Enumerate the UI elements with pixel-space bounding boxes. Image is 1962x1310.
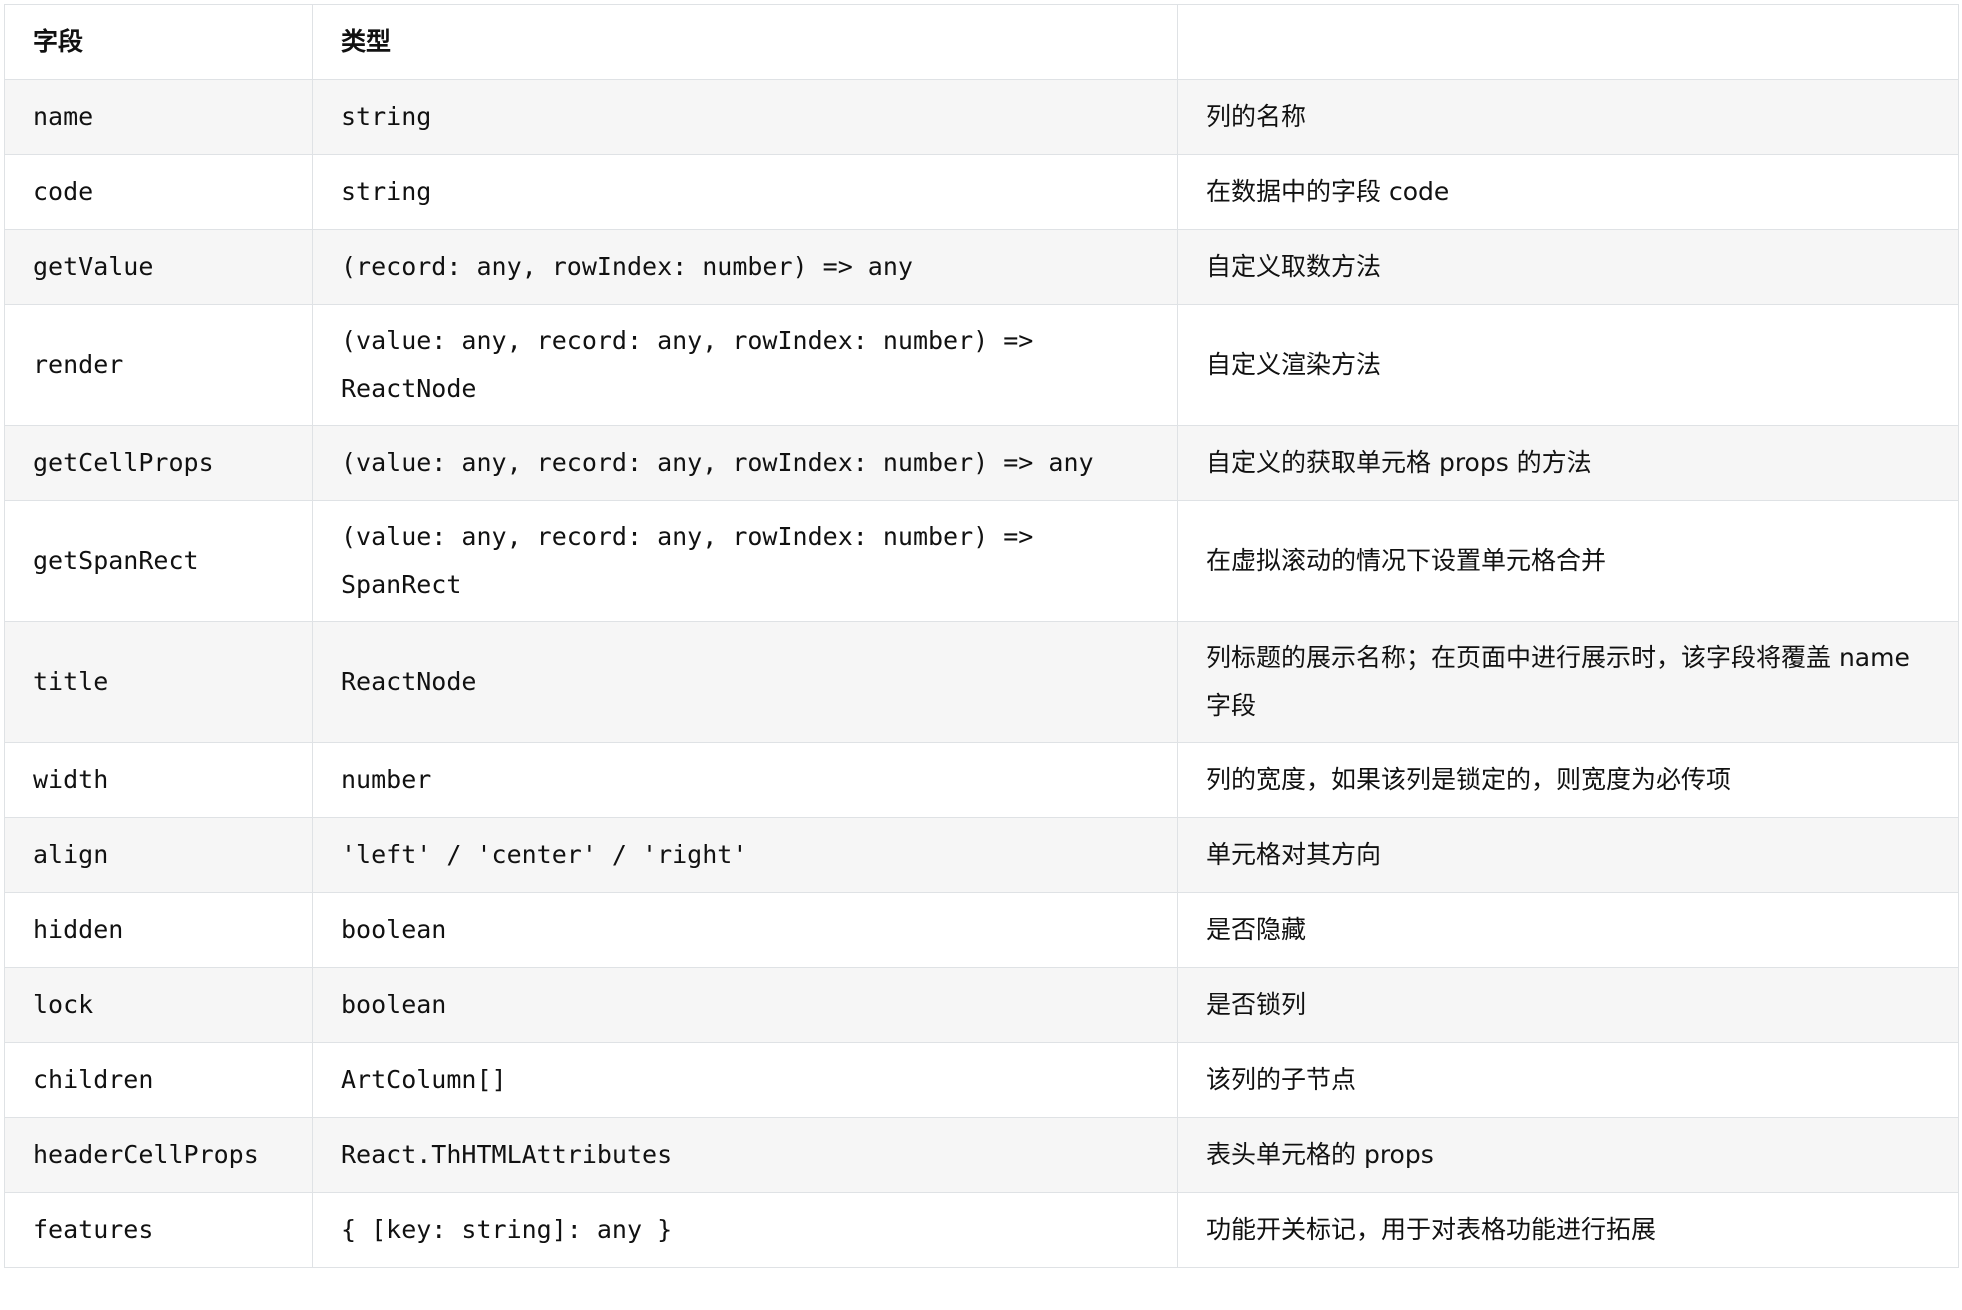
- field-cell: getSpanRect: [5, 501, 313, 622]
- type-cell: { [key: string]: any }: [313, 1193, 1178, 1268]
- table-row: children ArtColumn[] 该列的子节点: [5, 1043, 1959, 1118]
- table-row: headerCellProps React.ThHTMLAttributes 表…: [5, 1118, 1959, 1193]
- description-cell: 在虚拟滚动的情况下设置单元格合并: [1178, 501, 1959, 622]
- description-cell: 列标题的展示名称；在页面中进行展示时，该字段将覆盖 name 字段: [1178, 622, 1959, 743]
- table-row: getSpanRect (value: any, record: any, ro…: [5, 501, 1959, 622]
- description-cell: 自定义的获取单元格 props 的方法: [1178, 426, 1959, 501]
- type-cell: string: [313, 155, 1178, 230]
- type-cell: ArtColumn[]: [313, 1043, 1178, 1118]
- column-api-table: 字段 类型 name string 列的名称 code string 在数据中的…: [4, 4, 1959, 1268]
- type-cell: (record: any, rowIndex: number) => any: [313, 230, 1178, 305]
- header-description: [1178, 5, 1959, 80]
- field-cell: align: [5, 818, 313, 893]
- description-cell: 自定义渲染方法: [1178, 305, 1959, 426]
- type-cell: number: [313, 743, 1178, 818]
- type-cell: (value: any, record: any, rowIndex: numb…: [313, 426, 1178, 501]
- table-row: title ReactNode 列标题的展示名称；在页面中进行展示时，该字段将覆…: [5, 622, 1959, 743]
- description-cell: 功能开关标记，用于对表格功能进行拓展: [1178, 1193, 1959, 1268]
- field-cell: hidden: [5, 893, 313, 968]
- field-cell: headerCellProps: [5, 1118, 313, 1193]
- type-cell: boolean: [313, 893, 1178, 968]
- field-cell: getValue: [5, 230, 313, 305]
- field-cell: code: [5, 155, 313, 230]
- description-cell: 表头单元格的 props: [1178, 1118, 1959, 1193]
- description-cell: 自定义取数方法: [1178, 230, 1959, 305]
- description-cell: 列的名称: [1178, 80, 1959, 155]
- description-cell: 列的宽度，如果该列是锁定的，则宽度为必传项: [1178, 743, 1959, 818]
- table-row: features { [key: string]: any } 功能开关标记，用…: [5, 1193, 1959, 1268]
- field-cell: render: [5, 305, 313, 426]
- header-type: 类型: [313, 5, 1178, 80]
- type-cell: React.ThHTMLAttributes: [313, 1118, 1178, 1193]
- field-cell: title: [5, 622, 313, 743]
- table-row: width number 列的宽度，如果该列是锁定的，则宽度为必传项: [5, 743, 1959, 818]
- description-cell: 该列的子节点: [1178, 1043, 1959, 1118]
- field-cell: lock: [5, 968, 313, 1043]
- table-row: hidden boolean 是否隐藏: [5, 893, 1959, 968]
- table-header: 字段 类型: [5, 5, 1959, 80]
- header-field: 字段: [5, 5, 313, 80]
- type-cell: string: [313, 80, 1178, 155]
- table-row: getValue (record: any, rowIndex: number)…: [5, 230, 1959, 305]
- description-cell: 单元格对其方向: [1178, 818, 1959, 893]
- field-cell: getCellProps: [5, 426, 313, 501]
- table-row: render (value: any, record: any, rowInde…: [5, 305, 1959, 426]
- description-cell: 是否隐藏: [1178, 893, 1959, 968]
- field-cell: features: [5, 1193, 313, 1268]
- field-cell: children: [5, 1043, 313, 1118]
- type-cell: boolean: [313, 968, 1178, 1043]
- header-row: 字段 类型: [5, 5, 1959, 80]
- api-table-container: 字段 类型 name string 列的名称 code string 在数据中的…: [4, 4, 1958, 1268]
- table-row: code string 在数据中的字段 code: [5, 155, 1959, 230]
- type-cell: (value: any, record: any, rowIndex: numb…: [313, 501, 1178, 622]
- description-cell: 是否锁列: [1178, 968, 1959, 1043]
- table-body: name string 列的名称 code string 在数据中的字段 cod…: [5, 80, 1959, 1268]
- field-cell: width: [5, 743, 313, 818]
- table-row: getCellProps (value: any, record: any, r…: [5, 426, 1959, 501]
- table-row: name string 列的名称: [5, 80, 1959, 155]
- type-cell: 'left' / 'center' / 'right': [313, 818, 1178, 893]
- type-cell: (value: any, record: any, rowIndex: numb…: [313, 305, 1178, 426]
- field-cell: name: [5, 80, 313, 155]
- description-cell: 在数据中的字段 code: [1178, 155, 1959, 230]
- type-cell: ReactNode: [313, 622, 1178, 743]
- table-row: lock boolean 是否锁列: [5, 968, 1959, 1043]
- table-row: align 'left' / 'center' / 'right' 单元格对其方…: [5, 818, 1959, 893]
